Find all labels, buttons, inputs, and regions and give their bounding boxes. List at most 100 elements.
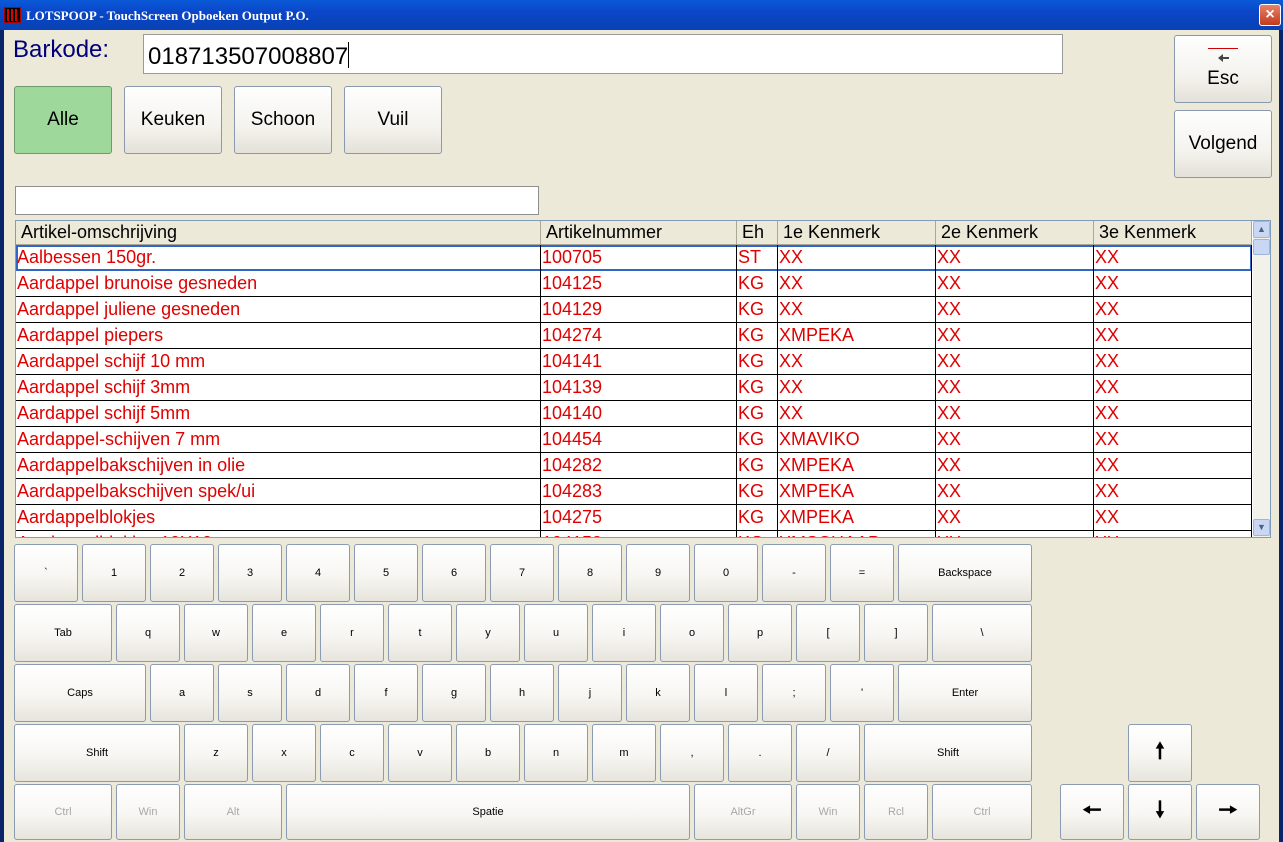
key-b[interactable]: b <box>456 724 520 782</box>
key-tab[interactable]: Tab <box>14 604 112 662</box>
key-u[interactable]: u <box>524 604 588 662</box>
arrow-left-icon[interactable]: 🠔 <box>1060 784 1124 840</box>
key-t[interactable]: t <box>388 604 452 662</box>
key-semicolon[interactable]: ; <box>762 664 826 722</box>
table-row[interactable]: Aardappel brunoise gesneden 104125 KG XX XX X… <box>16 271 1252 297</box>
barcode-input[interactable]: 018713507008807 <box>143 34 1063 74</box>
key-n[interactable]: n <box>524 724 588 782</box>
key-9[interactable]: 9 <box>626 544 690 602</box>
key-v[interactable]: v <box>388 724 452 782</box>
table-row[interactable]: Aardappelblokjes 10X10104153KGXMSCHAAPXX… <box>16 531 1252 537</box>
table-row[interactable]: Aardappel schijf 3mm 104139 KG XX XX XX <box>16 375 1252 401</box>
table-row[interactable]: Aalbessen 150gr. 100705 ST XX XX XX <box>16 245 1252 271</box>
key-quote[interactable]: ' <box>830 664 894 722</box>
column-header-article-number[interactable]: Artikelnummer <box>541 221 737 245</box>
table-row[interactable]: Aardappelbakschijven spek/ui 104283 KG XMPE… <box>16 479 1252 505</box>
key-r[interactable]: r <box>320 604 384 662</box>
scroll-thumb[interactable] <box>1253 239 1270 255</box>
key-ctrl-right[interactable]: Ctrl <box>932 784 1032 840</box>
filter-keuken-button[interactable]: Keuken <box>124 86 222 154</box>
filter-schoon-button[interactable]: Schoon <box>234 86 332 154</box>
key-comma-label: , <box>690 747 694 759</box>
column-header-feature-1[interactable]: 1e Kenmerk <box>778 221 936 245</box>
key-comma[interactable]: , <box>660 724 724 782</box>
key-k[interactable]: k <box>626 664 690 722</box>
key-g[interactable]: g <box>422 664 486 722</box>
key-shift-right[interactable]: Shift <box>864 724 1032 782</box>
key-0[interactable]: 0 <box>694 544 758 602</box>
table-row[interactable]: Aardappel-schijven 7 mm 104454 KG XMAVIKO XX… <box>16 427 1252 453</box>
key-q[interactable]: q <box>116 604 180 662</box>
key-win-left[interactable]: Win <box>116 784 180 840</box>
key-minus[interactable]: - <box>762 544 826 602</box>
key-backtick[interactable]: ` <box>14 544 78 602</box>
key-6[interactable]: 6 <box>422 544 486 602</box>
key-5[interactable]: 5 <box>354 544 418 602</box>
esc-button[interactable]: Esc <box>1174 35 1272 103</box>
key-z[interactable]: z <box>184 724 248 782</box>
arrow-up-icon[interactable]: 🠕 <box>1128 724 1192 782</box>
key-win-right[interactable]: Win <box>796 784 860 840</box>
table-row[interactable]: Aardappel juliene gesneden 104129 KG XX XX XX <box>16 297 1252 323</box>
key-enter[interactable]: Enter <box>898 664 1032 722</box>
key-7[interactable]: 7 <box>490 544 554 602</box>
key-w[interactable]: w <box>184 604 248 662</box>
table-row[interactable]: Aardappelblokjes 104275 KG XMPEKA XX XX <box>16 505 1252 531</box>
cell-feature-1: XMPEKA <box>778 453 936 479</box>
key-slash[interactable]: / <box>796 724 860 782</box>
key-j[interactable]: j <box>558 664 622 722</box>
column-header-feature-3[interactable]: 3e Kenmerk <box>1094 221 1252 245</box>
key-left-bracket[interactable]: [ <box>796 604 860 662</box>
key-d[interactable]: d <box>286 664 350 722</box>
grid-vertical-scrollbar[interactable]: ▲ ▼ <box>1253 221 1270 537</box>
key-o[interactable]: o <box>660 604 724 662</box>
table-row[interactable]: Aardappel schijf 10 mm 104141 KG XX XX XX <box>16 349 1252 375</box>
column-header-feature-2[interactable]: 2e Kenmerk <box>936 221 1094 245</box>
key-c[interactable]: c <box>320 724 384 782</box>
key-h[interactable]: h <box>490 664 554 722</box>
arrow-right-icon[interactable]: 🠖 <box>1196 784 1260 840</box>
key-m[interactable]: m <box>592 724 656 782</box>
table-row[interactable]: Aardappel piepers 104274 KG XMPEKA XX XX <box>16 323 1252 349</box>
key-ctrl-left[interactable]: Ctrl <box>14 784 112 840</box>
key-8[interactable]: 8 <box>558 544 622 602</box>
key-altgr[interactable]: AltGr <box>694 784 792 840</box>
key-1[interactable]: 1 <box>82 544 146 602</box>
key-3[interactable]: 3 <box>218 544 282 602</box>
article-grid[interactable]: Artikel-omschrijving Artikelnummer Eh 1e… <box>15 220 1271 538</box>
key-alt[interactable]: Alt <box>184 784 282 840</box>
key-shift-left[interactable]: Shift <box>14 724 180 782</box>
arrow-down-icon[interactable]: 🠗 <box>1128 784 1192 840</box>
key-caps[interactable]: Caps <box>14 664 146 722</box>
key-backslash[interactable]: \ <box>932 604 1032 662</box>
key-e[interactable]: e <box>252 604 316 662</box>
key-4[interactable]: 4 <box>286 544 350 602</box>
table-row[interactable]: Aardappelbakschijven in olie 104282 KG XMPE… <box>16 453 1252 479</box>
filter-alle-button[interactable]: Alle <box>14 86 112 154</box>
key-x[interactable]: x <box>252 724 316 782</box>
key-period[interactable]: . <box>728 724 792 782</box>
key-backspace[interactable]: Backspace <box>898 544 1032 602</box>
table-row[interactable]: Aardappel schijf 5mm 104140 KG XX XX XX <box>16 401 1252 427</box>
scroll-up-icon[interactable]: ▲ <box>1253 221 1270 238</box>
key-l[interactable]: l <box>694 664 758 722</box>
search-filter-input[interactable] <box>15 186 539 215</box>
key-s[interactable]: s <box>218 664 282 722</box>
column-header-description[interactable]: Artikel-omschrijving <box>16 221 541 245</box>
key-f[interactable]: f <box>354 664 418 722</box>
key-a[interactable]: a <box>150 664 214 722</box>
scroll-down-icon[interactable]: ▼ <box>1253 519 1270 536</box>
column-header-unit[interactable]: Eh <box>737 221 778 245</box>
next-button[interactable]: Volgend <box>1174 110 1272 178</box>
key-space[interactable]: Spatie <box>286 784 690 840</box>
key-right-bracket[interactable]: ] <box>864 604 928 662</box>
close-button[interactable]: × <box>1259 4 1281 26</box>
key-2[interactable]: 2 <box>150 544 214 602</box>
cell-feature-3: XX <box>1094 531 1252 537</box>
key-y[interactable]: y <box>456 604 520 662</box>
filter-vuil-button[interactable]: Vuil <box>344 86 442 154</box>
key-i[interactable]: i <box>592 604 656 662</box>
key-p[interactable]: p <box>728 604 792 662</box>
key-equals[interactable]: = <box>830 544 894 602</box>
key-rcl[interactable]: Rcl <box>864 784 928 840</box>
